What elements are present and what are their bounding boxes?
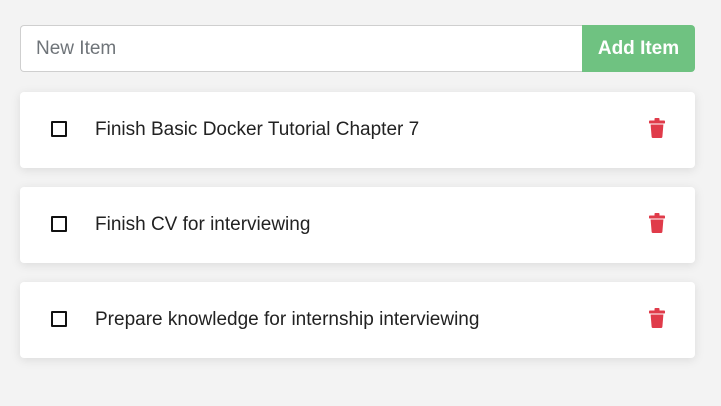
trash-icon	[649, 118, 665, 138]
todo-item: Finish Basic Docker Tutorial Chapter 7	[20, 92, 695, 168]
todo-checkbox[interactable]	[51, 216, 67, 232]
delete-button[interactable]	[649, 213, 665, 233]
todo-text: Finish CV for interviewing	[95, 214, 311, 235]
add-item-button[interactable]: Add Item	[582, 25, 695, 72]
todo-item: Finish CV for interviewing	[20, 187, 695, 263]
delete-button[interactable]	[649, 118, 665, 138]
todo-checkbox[interactable]	[51, 121, 67, 137]
todo-checkbox[interactable]	[51, 311, 67, 327]
new-item-input[interactable]	[20, 25, 582, 72]
delete-button[interactable]	[649, 308, 665, 328]
todo-item: Prepare knowledge for internship intervi…	[20, 282, 695, 358]
todo-text: Prepare knowledge for internship intervi…	[95, 309, 480, 330]
todo-text: Finish Basic Docker Tutorial Chapter 7	[95, 119, 420, 140]
todo-app: Add Item Finish Basic Docker Tutorial Ch…	[0, 0, 721, 406]
trash-icon	[649, 213, 665, 233]
todo-list: Finish Basic Docker Tutorial Chapter 7 F…	[20, 92, 695, 358]
trash-icon	[649, 308, 665, 328]
add-item-bar: Add Item	[20, 25, 695, 72]
